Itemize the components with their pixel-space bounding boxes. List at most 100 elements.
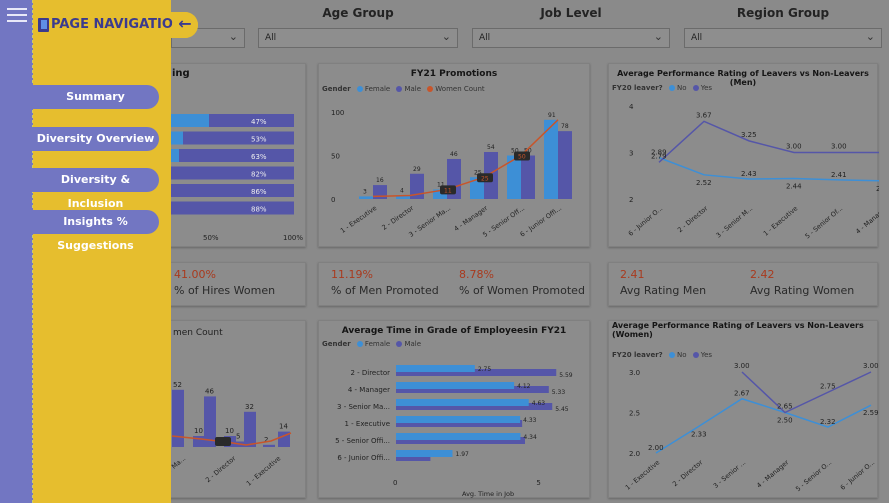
female-data-label: 4.33	[523, 417, 537, 424]
female-data-label: 4.63	[532, 400, 546, 407]
hiring-bar-label: 63%	[251, 153, 267, 161]
male-data-label: 5.45	[555, 406, 569, 413]
age-group-filter[interactable]: Age Group All ⌄	[252, 4, 464, 48]
women-promoted-value: 8.78%	[459, 268, 494, 281]
hires-women-value: 41.00%	[174, 268, 216, 281]
women-count-data-label: 5	[236, 433, 240, 441]
nav-insights-suggestions-button[interactable]: Insights % Suggestions	[32, 210, 159, 252]
x-tick-label: 1 - Executive	[339, 204, 378, 235]
women-count-label: 11	[444, 187, 452, 194]
page-navigation-panel: PAGE NAVIGATION ← Summary Diversity Over…	[0, 0, 198, 503]
no-data-label: 2.43	[741, 170, 757, 178]
yes-data-label: 3.00	[863, 362, 879, 370]
y-tick-label: 2.5	[629, 410, 640, 418]
perf-men-chart: 4322.892.522.432.442.412.392.793.673.253…	[627, 103, 879, 240]
hiring-bar-label: 86%	[251, 188, 267, 196]
region-group-label: Region Group	[736, 6, 830, 20]
yes-data-label: 2.65	[777, 403, 793, 411]
hiring-bar	[171, 131, 294, 145]
y-tick-label: 3.0	[629, 369, 640, 377]
women-count-data-label: 14	[279, 423, 288, 431]
female-bar	[396, 365, 475, 372]
male-bar	[521, 155, 535, 199]
female-data-label: 4	[400, 188, 404, 195]
male-data-label: 16	[376, 177, 384, 184]
women-count-data-label: 32	[245, 403, 254, 411]
avg-rating-men-label: Avg Rating Men	[620, 284, 707, 297]
women-count-data-label: 46	[205, 387, 214, 395]
hamburger-menu-icon[interactable]	[7, 8, 27, 24]
no-series-line	[655, 397, 872, 454]
nav-diversity-inclusion-button[interactable]: Diversity & Inclusion	[32, 168, 159, 210]
x-tick-label: 2 - Director	[671, 458, 705, 488]
hiring-axis-50: 50%	[203, 234, 219, 242]
men-promoted-label: % of Men Promoted	[331, 284, 439, 297]
no-data-label: 2.52	[696, 179, 712, 187]
avg-rating-men-value: 2.41	[620, 268, 645, 281]
perf-women-card: Average Performance Rating of Leavers vs…	[608, 320, 879, 498]
x-tick-label: 2 - Director	[676, 204, 710, 234]
region-group-select[interactable]: All ⌄	[684, 28, 882, 48]
yes-data-label: 2.79	[651, 152, 667, 160]
yes-data-label: 3.00	[786, 143, 802, 151]
hiring-bar-female	[171, 131, 183, 145]
x-tick-label: 2 - Director	[380, 204, 415, 232]
x-tick-label: 1 - Executive	[245, 454, 283, 487]
job-level-label: Job Level	[540, 6, 602, 20]
x-tick-label: 4 - Manager	[453, 204, 490, 233]
x-tick-label: 3 - Senior ...	[712, 458, 747, 490]
hiring-axis-100: 100%	[283, 234, 303, 242]
nav-diversity-overview-button[interactable]: Diversity Overview	[32, 127, 159, 151]
women-count-bar	[263, 444, 275, 447]
x-tick-label: 5 - Senior O...	[794, 458, 833, 493]
y-category-label: 4 - Manager	[348, 386, 390, 394]
y-tick-label: 2.0	[629, 450, 640, 458]
avg-rating-women-label: Avg Rating Women	[750, 284, 855, 297]
hiring-bar-female	[171, 149, 179, 162]
chevron-down-icon[interactable]: ⌄	[866, 30, 875, 43]
hiring-bar-label: 47%	[251, 118, 267, 126]
y-tick-label: 0	[331, 196, 335, 204]
women-promoted-label: % of Women Promoted	[459, 284, 585, 297]
x-tick-label: 0	[393, 479, 397, 487]
hiring-bar-label: 53%	[251, 136, 267, 144]
men-promoted-value: 11.19%	[331, 268, 373, 281]
time-grade-card: Average Time in Grade of Employeesin FY2…	[318, 320, 590, 498]
female-data-label: 1.97	[455, 451, 469, 458]
age-group-select[interactable]: All ⌄	[258, 28, 458, 48]
women-count-data-label: 10	[225, 427, 234, 435]
avg-rating-kpi: 2.41 Avg Rating Men 2.42 Avg Rating Wome…	[608, 262, 878, 306]
chevron-down-icon[interactable]: ⌄	[654, 30, 663, 43]
yes-data-label: 3.67	[696, 111, 712, 119]
y-tick-label: 50	[331, 153, 340, 161]
female-bar	[396, 433, 521, 440]
women-count-label: 50	[518, 154, 526, 161]
yes-data-label: 3.25	[741, 131, 757, 139]
female-data-label: 4.34	[523, 434, 537, 441]
job-level-select[interactable]: All ⌄	[472, 28, 670, 48]
no-data-label: 2.59	[863, 409, 879, 417]
region-group-filter[interactable]: Region Group All ⌄	[678, 4, 888, 48]
y-category-label: 6 - Junior Offi...	[337, 454, 390, 462]
hiring-bar-label: 88%	[251, 206, 267, 214]
nav-summary-button[interactable]: Summary	[32, 85, 159, 109]
y-category-label: 3 - Senior Ma...	[337, 403, 390, 411]
nav-strip	[0, 0, 33, 503]
yes-series-line	[741, 371, 872, 414]
no-data-label: 2.67	[734, 390, 750, 398]
job-level-filter[interactable]: Job Level All ⌄	[466, 4, 676, 48]
x-tick-label: 4 - Manager	[755, 458, 790, 489]
x-tick-label: 1 - Executive	[624, 458, 662, 491]
male-data-label: 46	[450, 151, 458, 158]
promotions-card: FY21 Promotions Gender Female Male Women…	[318, 63, 590, 247]
chevron-down-icon[interactable]: ⌄	[229, 30, 238, 43]
chevron-down-icon[interactable]: ⌄	[442, 30, 451, 43]
book-icon	[38, 18, 49, 32]
yes-data-label: 2.75	[820, 382, 836, 390]
female-bar	[396, 450, 453, 457]
women-count-bar	[172, 389, 184, 447]
women-count-marker	[215, 437, 231, 446]
arrow-left-icon[interactable]: ←	[172, 12, 198, 38]
no-data-label: 2.39	[876, 185, 879, 193]
hiring-bar-label: 82%	[251, 171, 267, 179]
